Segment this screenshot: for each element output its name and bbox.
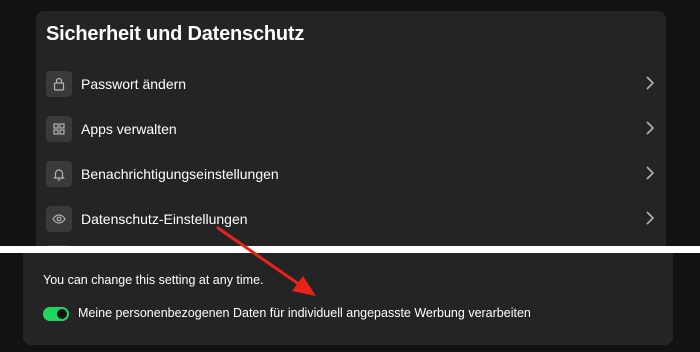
toggle-label: Meine personenbezogenen Daten für indivi… [78,306,531,320]
setting-hint: You can change this setting at any time. [43,273,264,287]
row-label: Passwort ändern [81,76,187,92]
row-privacy-settings[interactable]: Datenschutz-Einstellungen [36,201,666,245]
row-label: Datenschutz-Einstellungen [81,211,248,227]
personalized-ads-toggle[interactable] [43,307,69,321]
row-label: Apps verwalten [81,121,177,137]
chevron-right-icon [646,211,655,225]
divider-band [0,246,700,253]
chevron-right-icon [646,166,655,180]
row-label: Benachrichtigungseinstellungen [81,166,279,182]
row-change-password[interactable]: Passwort ändern [36,66,666,110]
security-privacy-card: Sicherheit und Datenschutz Passwort ände… [36,11,666,251]
row-manage-apps[interactable]: Apps verwalten [36,111,666,155]
section-title: Sicherheit und Datenschutz [46,23,305,45]
row-notification-settings[interactable]: Benachrichtigungseinstellungen [36,156,666,200]
grid-icon [46,116,72,142]
lock-icon [46,71,72,97]
ad-personalization-card: You can change this setting at any time.… [23,253,673,345]
bell-icon [46,161,72,187]
eye-icon [46,206,72,232]
chevron-right-icon [646,76,655,90]
chevron-right-icon [646,121,655,135]
toggle-knob [57,309,67,319]
